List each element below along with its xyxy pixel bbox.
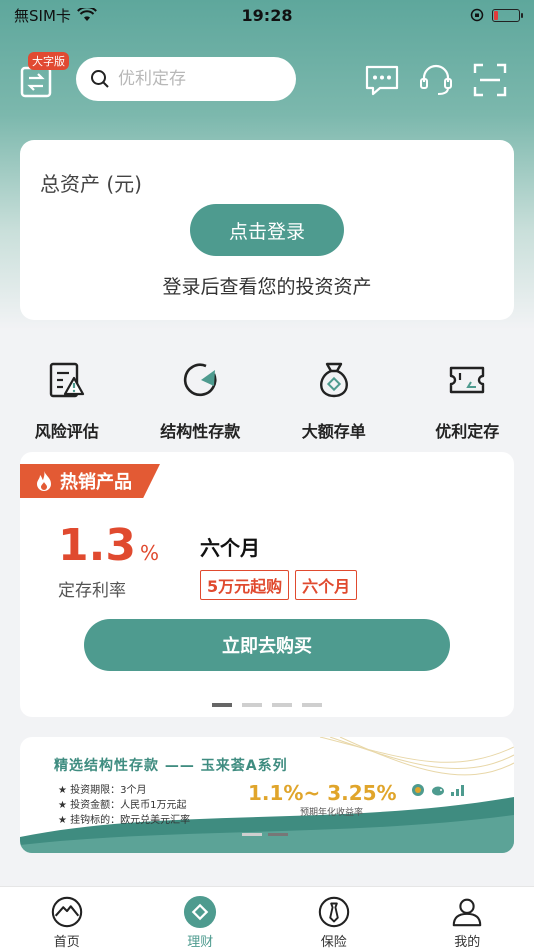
ticket-icon (450, 366, 485, 394)
tab-label: 首页 (53, 935, 80, 950)
total-assets-title: 总资产 (元) (40, 172, 142, 196)
fire-icon (37, 471, 51, 491)
product-chips: 5万元起购 六个月 (200, 570, 358, 600)
structured-deposit-icon (184, 363, 217, 397)
quick-item-structured-deposit[interactable]: 结构性存款 (134, 352, 268, 442)
banner-rate: 1.1%~ 3.25% (248, 781, 397, 805)
hot-product-card[interactable]: 热销产品 1.3% 定存利率 六个月 5万元起购 六个月 立即去购买 (20, 452, 514, 717)
quick-label: 结构性存款 (160, 422, 241, 441)
carousel-dot[interactable] (212, 703, 232, 707)
bottom-tab-bar: 首页 理财 保险 我的 (0, 886, 534, 950)
min-purchase-chip: 5万元起购 (200, 570, 290, 600)
top-header: 大字版 (0, 50, 534, 110)
banner-detail-item: ★ 投资金额：人民币1万元起 (58, 800, 187, 811)
carousel-dot[interactable] (272, 703, 292, 707)
scan-icon[interactable] (472, 62, 508, 98)
money-bag-icon (319, 362, 348, 398)
message-icon[interactable] (364, 62, 400, 98)
carrier-label: 無SIM卡 (14, 6, 71, 25)
quick-item-risk-assessment[interactable]: 风险评估 (0, 352, 134, 442)
bar-chart-icon (451, 785, 464, 796)
login-button[interactable]: 点击登录 (190, 204, 344, 256)
wealth-icon (184, 895, 217, 929)
carousel-indicator (20, 703, 514, 707)
tab-label: 理财 (187, 935, 214, 950)
hot-product-tag-label: 热销产品 (60, 472, 132, 493)
promo-banner[interactable]: 精选结构性存款 —— 玉来荟A系列 ★ 投资期限：3个月 ★ 投资金额：人民币1… (20, 737, 514, 853)
term-chip: 六个月 (295, 570, 358, 600)
quick-item-premium-deposit[interactable]: 优利定存 (401, 352, 534, 442)
home-mountain-icon (51, 896, 82, 928)
carousel-dot[interactable] (242, 703, 262, 707)
rate-unit: % (139, 541, 159, 565)
tab-home[interactable]: 首页 (0, 887, 134, 950)
tab-label: 我的 (454, 935, 481, 950)
rate-number: 1.3 (58, 520, 136, 571)
wifi-icon (76, 8, 97, 21)
banner-rate-label: 预期年化收益率 (300, 808, 364, 818)
tab-wealth[interactable]: 理财 (134, 887, 268, 950)
quick-label: 风险评估 (34, 422, 99, 441)
rate-label: 定存利率 (58, 581, 126, 601)
insurance-tie-icon (318, 896, 349, 928)
quick-item-large-deposit[interactable]: 大额存单 (267, 352, 401, 442)
banner-detail-item: ★ 挂钩标的：欧元兑美元汇率 (58, 815, 191, 826)
rate-value: 1.3% (58, 520, 159, 571)
banner-logos (410, 783, 466, 797)
battery-icon (492, 8, 523, 22)
orientation-lock-icon (470, 8, 484, 22)
banner-title: 精选结构性存款 —— 玉来荟A系列 (54, 758, 288, 774)
tab-profile[interactable]: 我的 (401, 887, 534, 950)
buy-now-button[interactable]: 立即去购买 (84, 619, 450, 671)
search-input[interactable] (118, 69, 268, 89)
risk-assessment-icon (49, 362, 84, 398)
profile-icon (452, 898, 482, 927)
coin-icon (412, 784, 424, 796)
big-font-badge: 大字版 (28, 52, 69, 70)
total-assets-card: 总资产 (元) 点击登录 登录后查看您的投资资产 (20, 140, 514, 320)
search-icon (91, 70, 109, 88)
quick-label: 优利定存 (435, 422, 500, 441)
piggy-bank-icon (432, 786, 444, 796)
search-bar[interactable] (76, 57, 296, 101)
quick-label: 大额存单 (301, 422, 366, 441)
hot-product-tag: 热销产品 (20, 464, 160, 498)
status-bar: 無SIM卡 19:28 (0, 0, 534, 30)
quick-nav: 风险评估 结构性存款 大额存单 优利定存 (0, 352, 534, 442)
tab-label: 保险 (320, 935, 347, 950)
banner-details: ★ 投资期限：3个月 ★ 投资金额：人民币1万元起 ★ 挂钩标的：欧元兑美元汇率 (58, 783, 190, 828)
login-hint: 登录后查看您的投资资产 (162, 276, 372, 298)
banner-detail-item: ★ 投资期限：3个月 (58, 785, 147, 796)
tab-insurance[interactable]: 保险 (267, 887, 401, 950)
customer-service-icon[interactable] (418, 62, 454, 98)
term-title: 六个月 (200, 536, 260, 560)
carousel-dot[interactable] (302, 703, 322, 707)
